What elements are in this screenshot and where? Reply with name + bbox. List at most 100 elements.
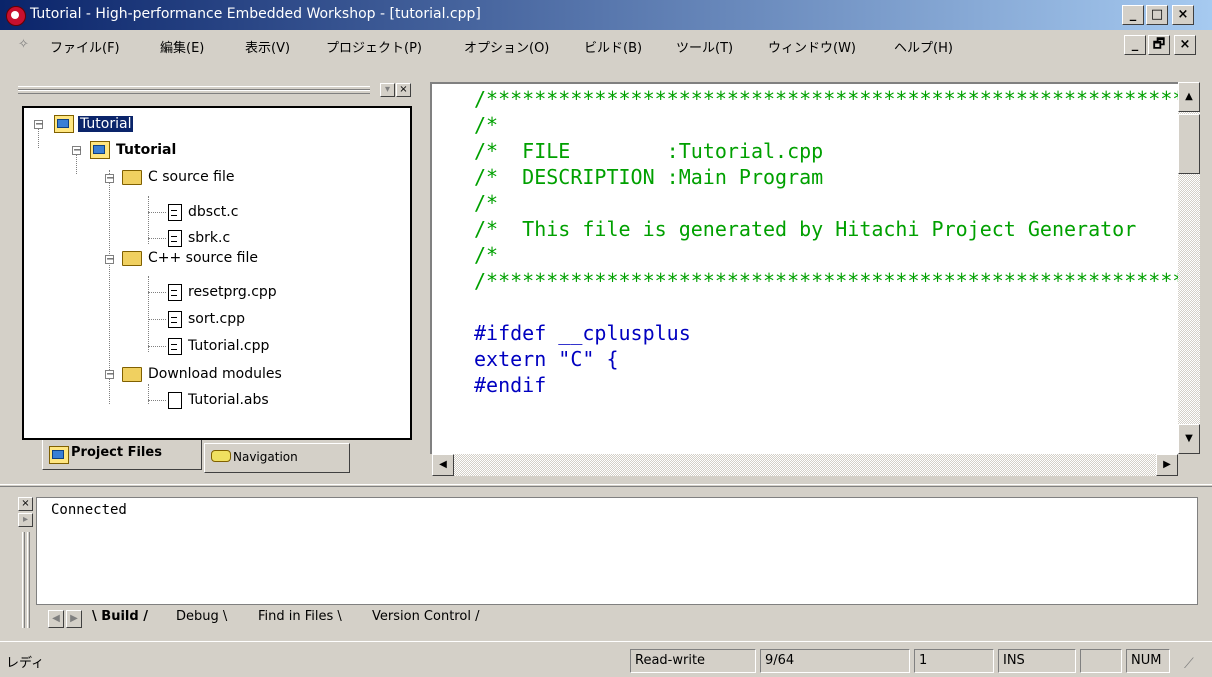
minimize-button[interactable]: _ <box>1122 5 1144 25</box>
tree-file[interactable]: resetprg.cpp <box>168 282 279 302</box>
tree-file-label: sbrk.c <box>188 230 231 246</box>
output-dock-icon[interactable]: ▸ <box>18 513 33 527</box>
code-line: /* <box>474 191 499 215</box>
expand-toggle[interactable]: − <box>105 255 114 265</box>
menu-window[interactable]: ウィンドウ(W) <box>768 37 856 56</box>
code-line: #endif <box>474 373 547 397</box>
tree-folder[interactable]: C++ source file <box>122 248 260 268</box>
output-close-icon[interactable]: × <box>18 497 33 511</box>
status-insert: INS <box>998 649 1076 673</box>
panel-dock-button[interactable]: ▾ <box>380 83 395 97</box>
status-mode: Read-write <box>630 649 756 673</box>
status-message: レディ <box>6 656 45 671</box>
project-tree: − Tutorial − Tutorial − C source file db… <box>22 106 412 440</box>
tree-file-label: Tutorial.abs <box>188 392 269 408</box>
tree-folder[interactable]: Download modules <box>122 364 284 384</box>
source-file-icon <box>168 310 182 328</box>
tab-build[interactable]: \ Build / <box>92 606 148 630</box>
tab-project-files[interactable]: Project Files <box>42 440 202 470</box>
tab-project-files-label: Project Files <box>71 445 162 460</box>
tree-folder[interactable]: C source file <box>122 167 237 187</box>
tab-build-label: Build <box>101 609 139 624</box>
source-file-icon <box>168 203 182 221</box>
tree-workspace-label: Tutorial <box>78 116 134 132</box>
close-button[interactable]: × <box>1172 5 1194 25</box>
window-title: Tutorial - High-performance Embedded Wor… <box>30 6 481 22</box>
menu-edit[interactable]: 編集(E) <box>160 37 204 56</box>
app-icon[interactable] <box>6 6 26 26</box>
module-file-icon <box>168 391 182 409</box>
menu-project[interactable]: プロジェクト(P) <box>326 37 422 56</box>
splitter[interactable] <box>0 484 1212 487</box>
expand-toggle[interactable]: − <box>105 370 114 380</box>
scroll-thumb[interactable] <box>1178 114 1200 174</box>
code-line: /* DESCRIPTION :Main Program <box>474 165 824 189</box>
tree-file-label: resetprg.cpp <box>188 284 277 300</box>
scroll-down-arrow[interactable]: ▼ <box>1178 424 1200 454</box>
tab-find-in-files-label: Find in Files <box>258 609 334 624</box>
output-grip[interactable] <box>22 532 25 628</box>
tree-file[interactable]: Tutorial.abs <box>168 390 271 410</box>
tab-scroll-left[interactable]: ◀ <box>48 610 64 628</box>
tree-project-label: Tutorial <box>116 142 177 158</box>
source-file-icon <box>168 229 182 247</box>
tab-version-control[interactable]: Version Control / <box>372 606 479 630</box>
tab-scroll-right[interactable]: ▶ <box>66 610 82 628</box>
tree-file[interactable]: sbrk.c <box>168 228 232 248</box>
tree-file[interactable]: sort.cpp <box>168 309 247 329</box>
mdi-restore-button[interactable]: 🗗 <box>1148 35 1170 55</box>
project-icon <box>90 141 110 159</box>
maximize-button[interactable]: □ <box>1146 5 1168 25</box>
menu-file[interactable]: ファイル(F) <box>50 37 120 56</box>
folder-icon <box>122 250 142 266</box>
menu-bar: ✧ ファイル(F) 編集(E) 表示(V) プロジェクト(P) オプション(O)… <box>0 32 1212 58</box>
code-line: /* FILE :Tutorial.cpp <box>474 139 824 163</box>
status-num: NUM <box>1126 649 1170 673</box>
status-column: 1 <box>914 649 994 673</box>
folder-icon <box>122 169 142 185</box>
mdi-minimize-button[interactable]: _ <box>1124 35 1146 55</box>
folder-icon <box>122 366 142 382</box>
resize-grip-icon[interactable]: ⟋ <box>1184 656 1194 672</box>
code-line: /* <box>474 243 499 267</box>
menu-help[interactable]: ヘルプ(H) <box>894 37 953 56</box>
expand-toggle[interactable]: − <box>105 174 114 184</box>
editor-hscrollbar[interactable]: ◀ ▶ <box>432 454 1178 476</box>
tree-folder-label: C source file <box>148 169 235 185</box>
menu-build[interactable]: ビルド(B) <box>584 37 642 56</box>
mdi-close-button[interactable]: × <box>1174 35 1196 55</box>
expand-toggle[interactable]: − <box>72 146 81 156</box>
tree-file-label: dbsct.c <box>188 204 239 220</box>
editor-vscrollbar[interactable]: ▲ ▼ <box>1178 82 1200 454</box>
document-icon[interactable]: ✧ <box>18 37 29 52</box>
navigation-icon <box>211 450 231 462</box>
panel-close-icon[interactable]: × <box>396 83 411 97</box>
tree-file[interactable]: dbsct.c <box>168 202 240 222</box>
tree-project[interactable]: Tutorial <box>90 140 178 160</box>
source-file-icon <box>168 337 182 355</box>
menu-tools[interactable]: ツール(T) <box>676 37 733 56</box>
tab-find-in-files[interactable]: Find in Files \ <box>258 606 342 630</box>
tree-file-label: Tutorial.cpp <box>188 338 270 354</box>
scroll-up-arrow[interactable]: ▲ <box>1178 82 1200 112</box>
scroll-left-arrow[interactable]: ◀ <box>432 454 454 476</box>
menu-view[interactable]: 表示(V) <box>245 37 290 56</box>
tab-version-control-label: Version Control <box>372 609 471 624</box>
output-text: Connected <box>51 502 127 518</box>
menu-option[interactable]: オプション(O) <box>464 37 549 56</box>
expand-toggle[interactable]: − <box>34 120 43 130</box>
tab-debug-label: Debug <box>176 609 219 624</box>
tab-navigation[interactable]: Navigation <box>204 443 350 473</box>
source-file-icon <box>168 283 182 301</box>
scroll-right-arrow[interactable]: ▶ <box>1156 454 1178 476</box>
tree-workspace[interactable]: Tutorial <box>54 114 134 134</box>
code-editor[interactable]: /***************************************… <box>430 82 1178 454</box>
tab-navigation-label: Navigation <box>233 450 298 464</box>
output-window[interactable]: Connected <box>36 497 1198 605</box>
tab-debug[interactable]: Debug \ <box>176 606 227 630</box>
code-line: extern "C" { <box>474 347 619 371</box>
tree-folder-label: C++ source file <box>148 250 258 266</box>
tree-file-label: sort.cpp <box>188 311 246 327</box>
workspace-icon <box>54 115 74 133</box>
tree-file[interactable]: Tutorial.cpp <box>168 336 271 356</box>
